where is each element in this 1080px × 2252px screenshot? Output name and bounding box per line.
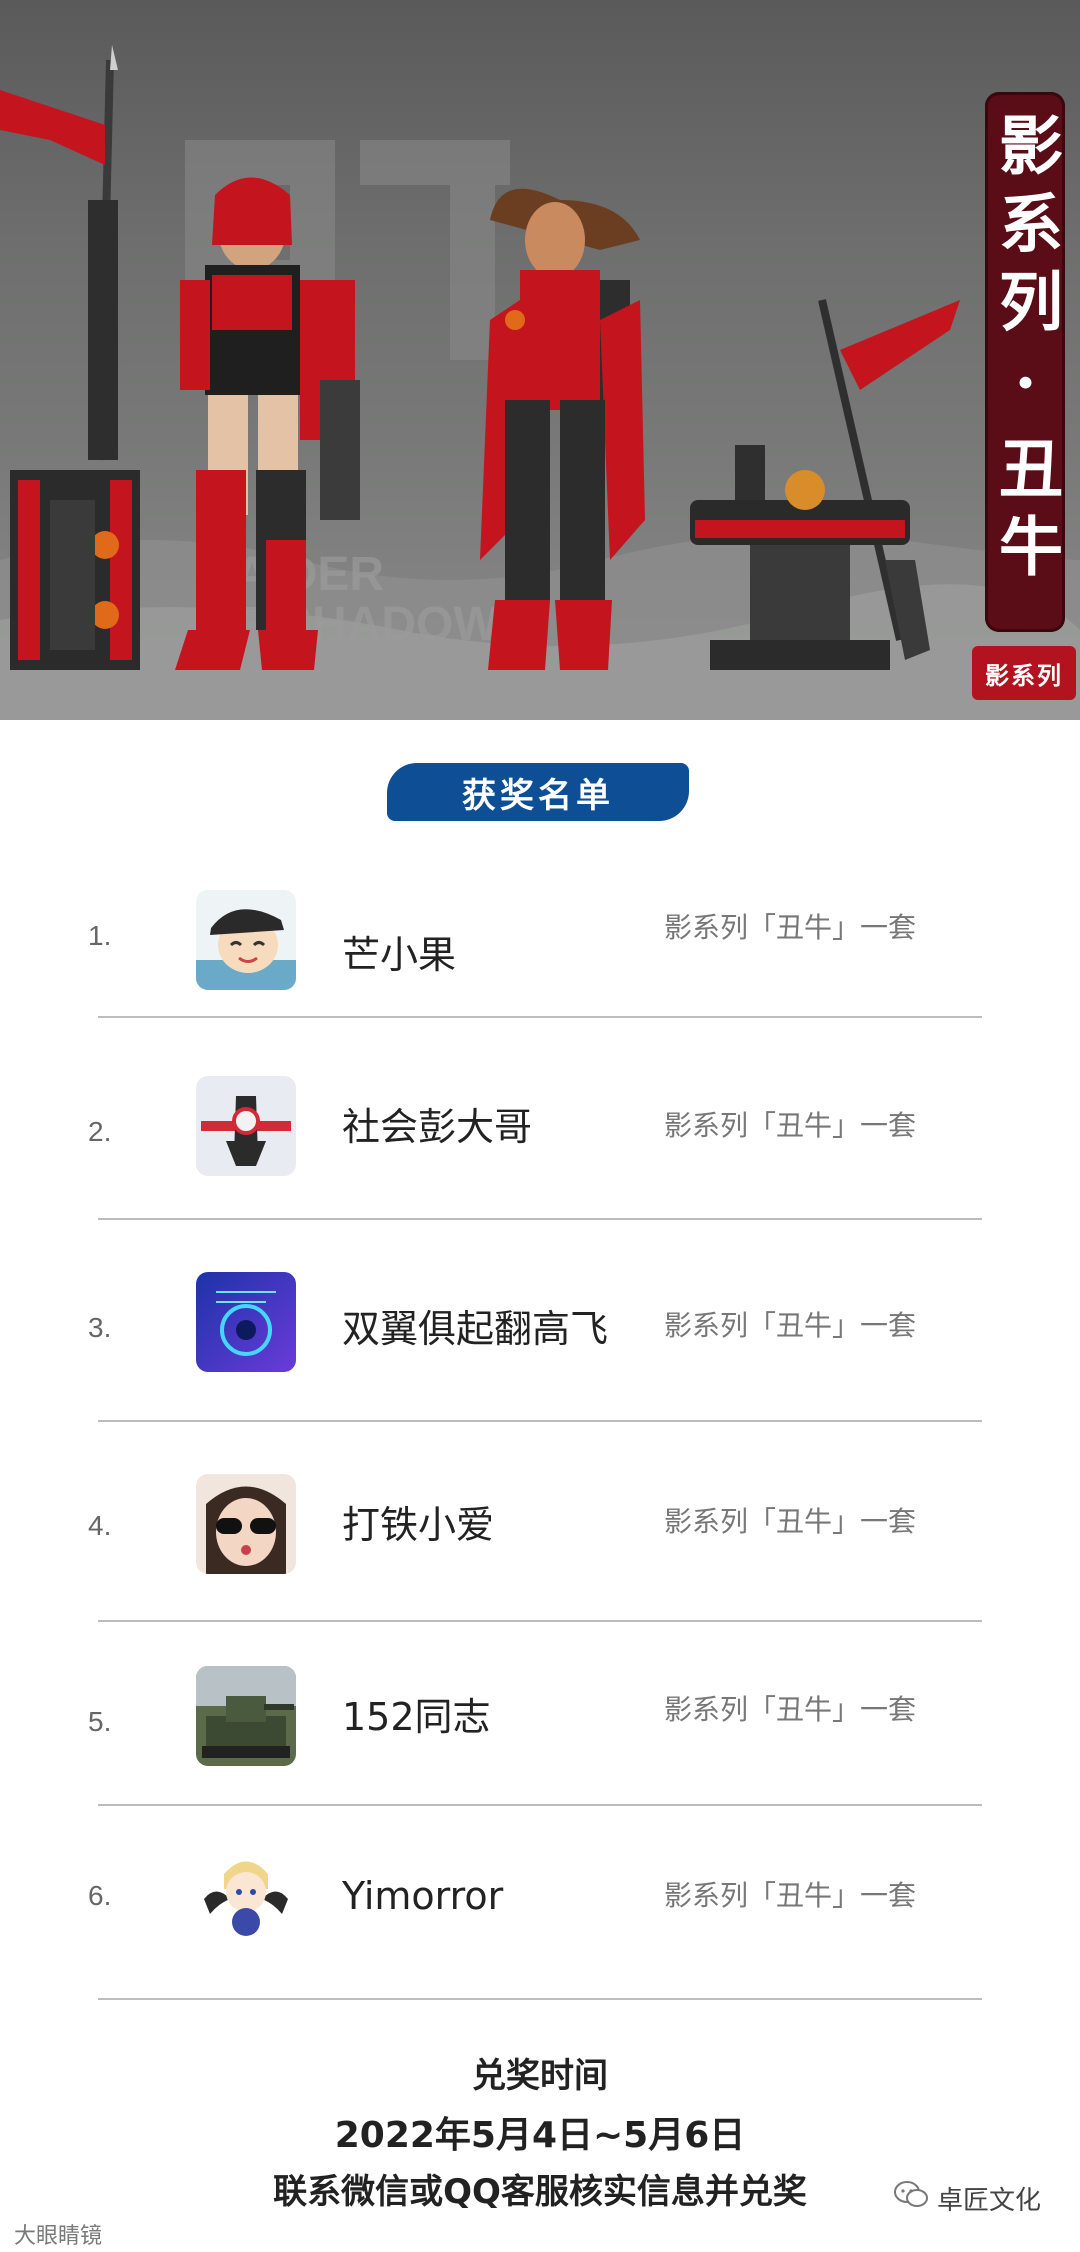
winner-rank: 1. [88, 920, 112, 951]
wechat-brand: 卓匠文化 [893, 2180, 1041, 2217]
hero-banner: RAIDER OF SHADOW [0, 0, 1080, 720]
redeem-dates: 2022年5月4日~5月6日 [334, 2115, 746, 2156]
winners-list-title: 获奖名单 [387, 763, 689, 821]
row-divider [98, 1218, 982, 1220]
redeem-title: 兑奖时间 [472, 2056, 608, 2096]
girl-sunglasses-avatar-icon[interactable] [196, 1474, 296, 1574]
winner-row: 5. 152同志 影系列「丑牛」一套 [0, 1666, 1080, 1806]
winner-prize: 影系列「丑牛」一套 [664, 1879, 917, 1912]
wechat-icon [893, 2180, 929, 2217]
winner-name: 社会彭大哥 [342, 1105, 533, 1149]
winner-row: 4. 打铁小爱 影系列「丑牛」一套 [0, 1472, 1080, 1622]
winner-rank: 6. [88, 1880, 112, 1911]
row-divider [98, 1620, 982, 1622]
tank-avatar-icon[interactable] [196, 1666, 296, 1766]
vertical-title: 影系列·丑牛 [988, 112, 1063, 591]
row-divider [98, 1804, 982, 1806]
winner-rank: 4. [88, 1510, 112, 1541]
winner-prize: 影系列「丑牛」一套 [664, 1109, 917, 1142]
winner-rank: 2. [88, 1116, 112, 1147]
row-divider [98, 1998, 982, 2000]
winner-name: 芒小果 [342, 933, 457, 977]
winner-name: 双翼俱起翻高飞 [342, 1307, 609, 1351]
blue-neon-avatar-icon[interactable] [196, 1272, 296, 1372]
winner-row: 6. Yimorror 影系列「丑牛」一套 [0, 1844, 1080, 2000]
winner-name: Yimorror [342, 1874, 504, 1918]
winner-row: 1. 芒小果 影系列「丑牛」一套 [0, 880, 1080, 1020]
row-divider [98, 1420, 982, 1422]
winner-prize: 影系列「丑牛」一套 [664, 1505, 917, 1538]
winner-prize: 影系列「丑牛」一套 [664, 1309, 917, 1342]
winner-name: 152同志 [342, 1695, 491, 1739]
winner-row: 2. 社会彭大哥 影系列「丑牛」一套 [0, 1070, 1080, 1220]
banner-artwork: RAIDER OF SHADOW [0, 45, 1080, 720]
title-vertical-panel: 影系列·丑牛 [985, 92, 1065, 632]
cartoon-boy-cap-avatar-icon[interactable] [196, 890, 296, 990]
anime-wings-avatar-icon[interactable] [196, 1844, 296, 1944]
watermark: 大眼睛镜 [14, 2224, 103, 2249]
series-stamp: 影系列 [972, 646, 1076, 700]
winner-prize: 影系列「丑牛」一套 [664, 911, 917, 944]
winner-prize: 影系列「丑牛」一套 [664, 1693, 917, 1726]
winner-rank: 5. [88, 1706, 112, 1737]
winner-row: 3. 双翼俱起翻高飞 影系列「丑牛」一套 [0, 1270, 1080, 1422]
brand-name: 卓匠文化 [937, 2186, 1042, 2216]
row-divider [98, 1016, 982, 1018]
winner-name: 打铁小爱 [342, 1503, 495, 1547]
winner-rank: 3. [88, 1312, 112, 1343]
jet-plane-avatar-icon[interactable] [196, 1076, 296, 1176]
